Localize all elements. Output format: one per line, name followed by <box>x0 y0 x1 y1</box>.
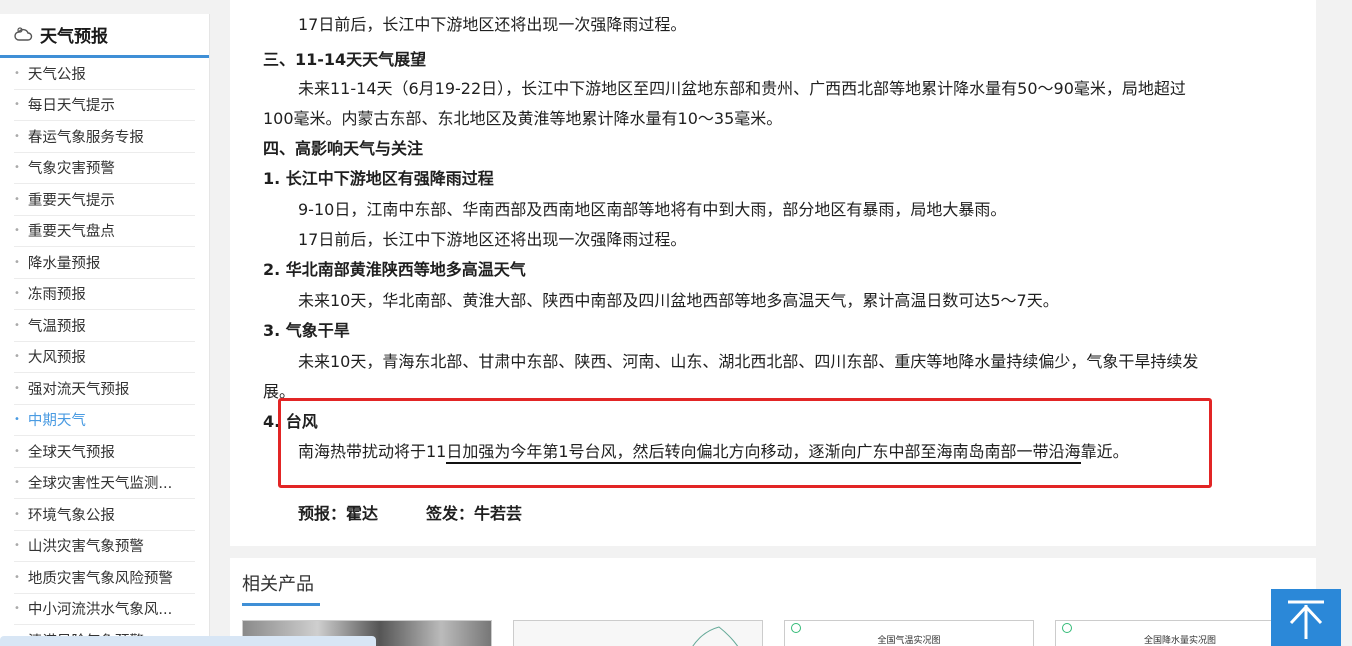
sidebar-item[interactable]: • 中小河流洪水气象风... <box>14 594 195 625</box>
bullet-icon: • <box>14 67 20 79</box>
bullet-icon: • <box>14 351 20 363</box>
sidebar-item-label: 气象灾害预警 <box>27 161 115 178</box>
bullet-icon: • <box>14 540 20 552</box>
sidebar-item[interactable]: • 地质灾害气象风险预警 <box>14 562 195 594</box>
sidebar-item-label: 强对流天气预报 <box>27 381 130 398</box>
sidebar-item-label: 冻雨预报 <box>27 287 86 304</box>
sidebar-item-label: 山洪灾害气象预警 <box>27 539 144 556</box>
bullet-icon: • <box>14 414 20 426</box>
sidebar-item[interactable]: • 全球灾害性天气监测... <box>14 468 195 499</box>
forecast-article: 17日前后，长江中下游地区还将出现一次强降雨过程。 三、11-14天天气展望 未… <box>230 0 1316 546</box>
paragraph: 100毫米。内蒙古东部、东北地区及黄淮等地累计降水量有10～35毫米。 <box>263 109 783 128</box>
related-title-text: 相关产品 <box>242 574 314 595</box>
sidebar-item-label: 天气公报 <box>27 66 86 83</box>
sidebar-item-label: 春运气象服务专报 <box>27 129 144 146</box>
bullet-icon: • <box>14 382 20 394</box>
sidebar-header: 天气预报 <box>0 14 209 58</box>
sidebar-item[interactable]: • 重要天气盘点 <box>14 216 195 247</box>
signature: 预报：霍达 签发：牛若芸 <box>298 504 523 523</box>
sidebar-item-label: 降水量预报 <box>27 255 101 272</box>
bullet-icon: • <box>14 445 20 457</box>
paragraph: 未来10天，青海东北部、甘肃中东部、陕西、河南、山东、湖北西北部、四川东部、重庆… <box>298 352 1199 371</box>
product-thumbnail[interactable] <box>513 620 763 646</box>
subsection-heading-2: 2. 华北南部黄淮陕西等地多高温天气 <box>263 260 526 279</box>
back-to-top-button[interactable] <box>1271 589 1341 646</box>
product-thumbnail[interactable]: 全国降水量实况图 <box>1055 620 1305 646</box>
section-heading-4: 四、高影响天气与关注 <box>263 139 424 158</box>
sidebar-item[interactable]: • 强对流天气预报 <box>14 373 195 405</box>
sidebar-item-label: 中期天气 <box>27 413 86 430</box>
sidebar-item[interactable]: • 中期天气 <box>14 405 195 436</box>
subsection-heading-3: 3. 气象干旱 <box>263 321 350 340</box>
weather-cloud-icon <box>14 25 34 45</box>
sidebar-item[interactable]: • 气象灾害预警 <box>14 153 195 184</box>
sidebar-item[interactable]: • 天气公报 <box>14 58 195 90</box>
sidebar-item-label: 气温预报 <box>27 318 86 335</box>
bullet-icon: • <box>14 571 20 583</box>
sidebar: 天气预报 • 天气公报 • 每日天气提示 • 春运气象服务专报 • 气象灾害预警 • 重要天气提示… <box>0 14 210 646</box>
section-heading-3: 三、11-14天天气展望 <box>263 50 427 69</box>
sidebar-item-label: 每日天气提示 <box>27 98 115 115</box>
paragraph: 17日前后，长江中下游地区还将出现一次强降雨过程。 <box>298 230 687 249</box>
related-products: 相关产品 全国气温实况图 全国降水量实况图 <box>230 558 1316 646</box>
highlight-annotation-box <box>278 398 1212 488</box>
sidebar-item-label: 环境气象公报 <box>27 507 115 524</box>
cma-logo-icon <box>791 623 801 633</box>
bullet-icon: • <box>14 603 20 615</box>
subsection-heading-1: 1. 长江中下游地区有强降雨过程 <box>263 169 494 188</box>
cma-logo-icon <box>1062 623 1072 633</box>
sidebar-item[interactable]: • 重要天气提示 <box>14 184 195 216</box>
sidebar-item[interactable]: • 降水量预报 <box>14 247 195 279</box>
bullet-icon: • <box>14 319 20 331</box>
sidebar-item-label: 全球灾害性天气监测... <box>27 476 173 493</box>
sidebar-item[interactable]: • 每日天气提示 <box>14 90 195 121</box>
sidebar-item[interactable]: • 气温预报 <box>14 310 195 342</box>
thumbnail-caption: 全国降水量实况图 <box>1143 636 1216 646</box>
sidebar-item-label: 全球天气预报 <box>27 444 115 461</box>
sidebar-item[interactable]: • 春运气象服务专报 <box>14 121 195 153</box>
sidebar-item[interactable]: • 大风预报 <box>14 342 195 373</box>
paragraph: 9-10日，江南中东部、华南西部及西南地区南部等地将有中到大雨，部分地区有暴雨，… <box>298 200 1007 219</box>
sidebar-item[interactable]: • 全球天气预报 <box>14 436 195 468</box>
sidebar-item-label: 中小河流洪水气象风... <box>27 602 173 619</box>
sidebar-nav: • 天气公报 • 每日天气提示 • 春运气象服务专报 • 气象灾害预警 • 重要天气提示 • 重要天气… <box>0 58 209 646</box>
bullet-icon: • <box>14 130 20 142</box>
sidebar-item-label: 地质灾害气象风险预警 <box>27 570 173 587</box>
sidebar-title: 天气预报 <box>40 27 108 47</box>
product-thumbnail[interactable]: 全国气温实况图 <box>784 620 1034 646</box>
sidebar-item[interactable]: • 山洪灾害气象预警 <box>14 531 195 562</box>
bullet-icon: • <box>14 508 20 520</box>
bullet-icon: • <box>14 193 20 205</box>
paragraph: 未来11-14天（6月19-22日），长江中下游地区至四川盆地东部和贵州、广西西… <box>298 79 1186 98</box>
paragraph: 17日前后，长江中下游地区还将出现一次强降雨过程。 <box>298 15 687 34</box>
bullet-icon: • <box>14 477 20 489</box>
sidebar-item-label: 重要天气盘点 <box>27 224 115 241</box>
bullet-icon: • <box>14 288 20 300</box>
paragraph: 未来10天，华北南部、黄淮大部、陕西中南部及四川盆地西部等地多高温天气，累计高温… <box>298 291 1059 310</box>
bullet-icon: • <box>14 225 20 237</box>
arrow-up-icon <box>1288 600 1324 639</box>
sidebar-item[interactable]: • 环境气象公报 <box>14 499 195 531</box>
title-underline <box>242 603 320 606</box>
related-title: 相关产品 <box>242 570 320 606</box>
bullet-icon: • <box>14 99 20 111</box>
sidebar-item[interactable]: • 冻雨预报 <box>14 279 195 310</box>
sidebar-item-label: 大风预报 <box>27 350 86 367</box>
bullet-icon: • <box>14 256 20 268</box>
bullet-icon: • <box>14 162 20 174</box>
sidebar-item-label: 重要天气提示 <box>27 192 115 209</box>
bottom-tab[interactable] <box>0 636 376 646</box>
thumbnail-caption: 全国气温实况图 <box>877 636 941 646</box>
